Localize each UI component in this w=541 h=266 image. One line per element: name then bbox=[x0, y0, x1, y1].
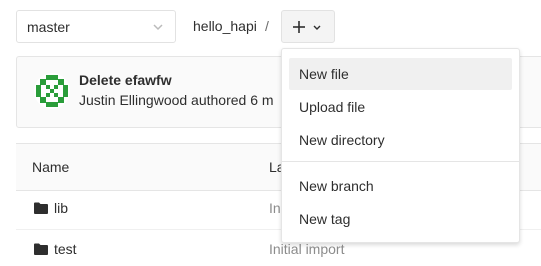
file-row-name-link[interactable]: lib bbox=[54, 200, 68, 216]
plus-icon bbox=[293, 21, 305, 33]
menu-item-new-file[interactable]: New file bbox=[289, 58, 512, 90]
branch-selector[interactable]: master bbox=[16, 10, 176, 43]
branch-name: master bbox=[27, 19, 70, 35]
identicon-avatar-icon bbox=[34, 73, 70, 109]
menu-item-new-branch[interactable]: New branch bbox=[289, 170, 512, 202]
commit-title-link[interactable]: Delete efawfw bbox=[79, 72, 172, 88]
menu-item-upload-file[interactable]: Upload file bbox=[289, 91, 512, 123]
file-row-commit-message[interactable]: In bbox=[269, 200, 281, 216]
project-path-link[interactable]: hello_hapi bbox=[193, 18, 257, 34]
folder-icon bbox=[34, 243, 48, 255]
menu-divider bbox=[282, 161, 519, 162]
menu-item-new-tag[interactable]: New tag bbox=[289, 203, 512, 235]
add-menu-dropdown: New file Upload file New directory New b… bbox=[281, 48, 520, 243]
path-separator: / bbox=[265, 18, 269, 34]
commit-author-meta: Justin Ellingwood authored 6 m bbox=[79, 92, 274, 108]
author-avatar[interactable] bbox=[34, 73, 70, 109]
folder-icon bbox=[34, 202, 48, 214]
column-header-name: Name bbox=[32, 159, 70, 175]
chevron-down-icon bbox=[313, 25, 321, 30]
menu-item-new-directory[interactable]: New directory bbox=[289, 124, 512, 156]
file-row-name-link[interactable]: test bbox=[54, 241, 77, 257]
add-to-tree-button[interactable] bbox=[281, 10, 335, 43]
chevron-down-icon bbox=[153, 24, 163, 31]
file-row-commit-message[interactable]: Initial import bbox=[269, 241, 344, 257]
